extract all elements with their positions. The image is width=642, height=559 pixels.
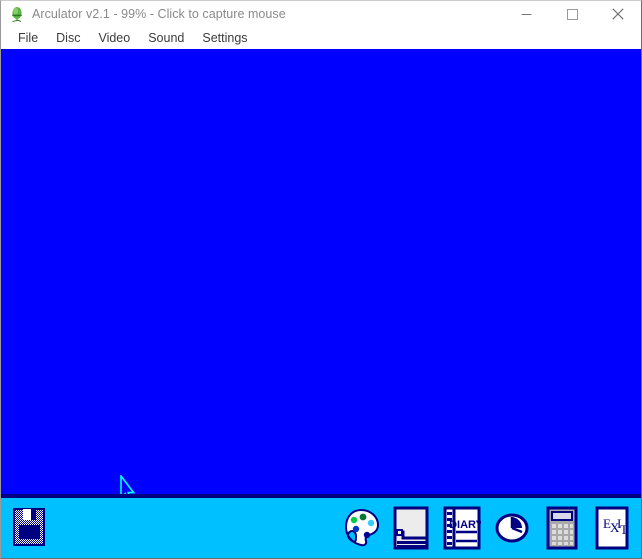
diary-label: DIARY [449,519,481,531]
clock-icon[interactable] [492,502,532,554]
calculator-icon[interactable] [542,502,582,554]
minimize-button[interactable] [503,1,549,27]
exit-icon[interactable]: E X I T [592,502,632,554]
riscos-desktop[interactable] [1,49,641,494]
draw-document-icon[interactable] [392,502,432,554]
exit-label-t: T [620,522,628,537]
maximize-button[interactable] [549,1,595,27]
menu-item-settings[interactable]: Settings [193,27,256,49]
arculator-window: Arculator v2.1 - 99% - Click to capture … [0,0,642,559]
emulator-screen[interactable]: DIARY E X I T [1,49,641,558]
menu-item-file[interactable]: File [9,27,47,49]
close-button[interactable] [595,1,641,27]
menu-item-video[interactable]: Video [89,27,139,49]
acorn-logo-icon [8,5,26,23]
diary-icon[interactable]: DIARY [442,502,482,554]
riscos-icon-bar: DIARY E X I T [1,494,641,558]
menu-item-disc[interactable]: Disc [47,27,89,49]
paint-palette-icon[interactable] [342,502,382,554]
icon-bar-right-group: DIARY E X I T [337,498,637,558]
icon-bar-left-group [5,498,55,558]
floppy-disc-icon[interactable] [10,502,50,554]
menu-bar: File Disc Video Sound Settings [1,27,641,49]
menu-item-sound[interactable]: Sound [139,27,193,49]
title-bar-left: Arculator v2.1 - 99% - Click to capture … [1,1,503,27]
window-title: Arculator v2.1 - 99% - Click to capture … [32,6,286,21]
title-bar[interactable]: Arculator v2.1 - 99% - Click to capture … [1,1,641,27]
